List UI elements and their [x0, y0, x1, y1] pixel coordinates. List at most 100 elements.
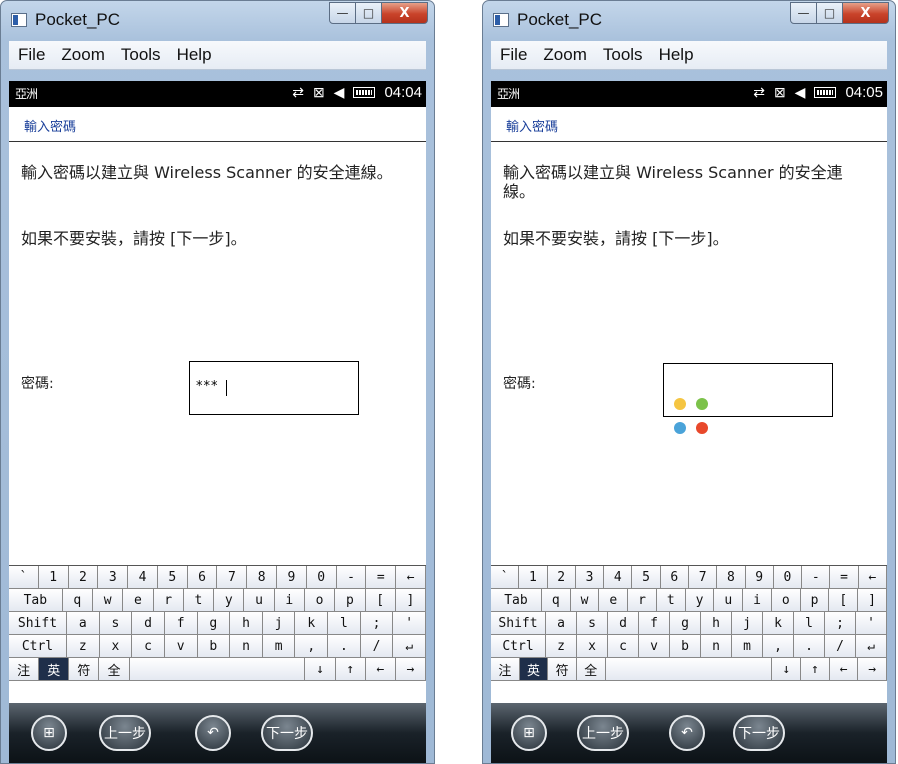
back-button[interactable]: 上一步 — [99, 715, 151, 751]
key[interactable]: 7 — [217, 566, 248, 588]
next-button[interactable]: 下一步 — [733, 715, 785, 751]
menu-file[interactable]: File — [500, 45, 527, 65]
shift-key[interactable]: Shift — [491, 612, 546, 634]
key[interactable]: c — [608, 635, 639, 657]
tab-key[interactable]: Tab — [9, 589, 63, 611]
key[interactable]: w — [92, 589, 124, 611]
key[interactable]: f — [164, 612, 198, 634]
key[interactable]: x — [99, 635, 133, 657]
key[interactable]: 5 — [157, 566, 188, 588]
key[interactable]: o — [304, 589, 336, 611]
key[interactable]: o — [771, 589, 801, 611]
key[interactable]: r — [153, 589, 184, 611]
arrow-right-key[interactable]: → — [858, 658, 887, 680]
key[interactable]: z — [546, 635, 577, 657]
close-button[interactable]: X — [843, 2, 889, 24]
key[interactable]: ] — [858, 589, 887, 611]
key[interactable]: g — [197, 612, 231, 634]
key[interactable]: 符 — [548, 658, 577, 680]
key[interactable]: p — [335, 589, 366, 611]
key[interactable]: - — [336, 566, 367, 588]
key[interactable]: ` — [491, 566, 520, 588]
key[interactable]: [ — [829, 589, 859, 611]
key[interactable]: s — [577, 612, 608, 634]
key[interactable]: v — [639, 635, 670, 657]
key[interactable]: l — [794, 612, 825, 634]
maximize-button[interactable]: □ — [356, 2, 382, 24]
key[interactable]: 英 — [39, 658, 70, 680]
key[interactable]: i — [743, 589, 772, 611]
key[interactable]: n — [230, 635, 263, 657]
key[interactable]: 4 — [128, 566, 158, 588]
key[interactable]: h — [701, 612, 732, 634]
input-method-indicator[interactable]: 亞洲 — [497, 85, 520, 102]
menu-zoom[interactable]: Zoom — [61, 45, 104, 65]
key[interactable]: . — [328, 635, 361, 657]
key[interactable]: 9 — [277, 566, 307, 588]
arrow-up-key[interactable]: ↑ — [801, 658, 830, 680]
key[interactable]: s — [99, 612, 133, 634]
menu-zoom[interactable]: Zoom — [543, 45, 586, 65]
key[interactable]: b — [670, 635, 701, 657]
menu-file[interactable]: File — [18, 45, 45, 65]
clock[interactable]: 04:05 — [845, 84, 883, 101]
key[interactable]: h — [230, 612, 263, 634]
key[interactable]: y — [685, 589, 715, 611]
password-input[interactable]: *** — [189, 361, 359, 415]
space-key[interactable] — [605, 658, 773, 680]
key[interactable]: ' — [393, 612, 426, 634]
key[interactable]: t — [183, 589, 215, 611]
start-button[interactable]: ⊞ — [511, 715, 547, 751]
arrow-down-key[interactable]: ↓ — [772, 658, 802, 680]
key[interactable]: t — [656, 589, 686, 611]
key[interactable]: 3 — [98, 566, 129, 588]
space-key[interactable] — [129, 658, 306, 680]
key[interactable]: k — [295, 612, 329, 634]
key[interactable]: 2 — [547, 566, 576, 588]
key[interactable]: f — [639, 612, 670, 634]
close-button[interactable]: X — [382, 2, 428, 24]
arrow-left-key[interactable]: ← — [829, 658, 859, 680]
key[interactable]: q — [541, 589, 571, 611]
key[interactable]: e — [599, 589, 629, 611]
key[interactable]: a — [66, 612, 100, 634]
undo-button[interactable]: ↶ — [195, 715, 231, 751]
key[interactable]: ; — [825, 612, 856, 634]
back-button[interactable]: 上一步 — [577, 715, 629, 751]
key[interactable]: b — [197, 635, 231, 657]
battery-icon[interactable] — [814, 87, 837, 98]
key[interactable]: m — [732, 635, 763, 657]
key[interactable]: 1 — [38, 566, 69, 588]
menu-tools[interactable]: Tools — [121, 45, 161, 65]
key[interactable]: / — [825, 635, 856, 657]
key[interactable]: u — [244, 589, 275, 611]
key[interactable]: v — [164, 635, 198, 657]
menu-tools[interactable]: Tools — [603, 45, 643, 65]
battery-icon[interactable] — [353, 87, 376, 98]
key[interactable]: 5 — [632, 566, 661, 588]
key[interactable]: = — [830, 566, 859, 588]
key[interactable]: 0 — [773, 566, 803, 588]
signal-icon[interactable]: ⊠ — [313, 84, 325, 101]
ctrl-key[interactable]: Ctrl — [9, 635, 67, 657]
enter-key[interactable]: ↵ — [856, 635, 887, 657]
key[interactable]: e — [123, 589, 154, 611]
minimize-button[interactable]: — — [329, 2, 356, 24]
arrow-down-key[interactable]: ↓ — [305, 658, 336, 680]
key[interactable]: z — [66, 635, 100, 657]
key[interactable]: 7 — [688, 566, 718, 588]
key[interactable]: 6 — [660, 566, 689, 588]
menu-help[interactable]: Help — [177, 45, 212, 65]
key[interactable]: 符 — [69, 658, 100, 680]
key[interactable]: x — [577, 635, 608, 657]
key[interactable]: 注 — [9, 658, 40, 680]
ctrl-key[interactable]: Ctrl — [491, 635, 546, 657]
key[interactable]: 注 — [491, 658, 520, 680]
key[interactable]: - — [802, 566, 831, 588]
next-button[interactable]: 下一步 — [261, 715, 313, 751]
arrow-right-key[interactable]: → — [395, 658, 426, 680]
key[interactable]: r — [628, 589, 657, 611]
menu-help[interactable]: Help — [659, 45, 694, 65]
key[interactable]: 2 — [68, 566, 99, 588]
key[interactable]: ` — [9, 566, 39, 588]
